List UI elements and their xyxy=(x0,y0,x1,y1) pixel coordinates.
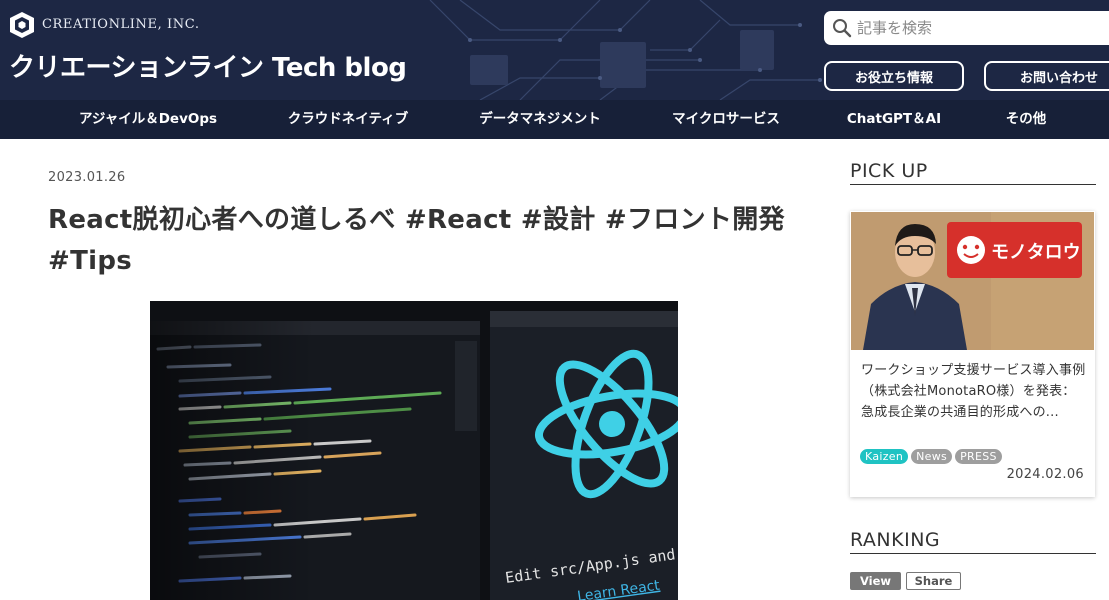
site-title[interactable]: クリエーションライン Tech blog xyxy=(9,50,407,86)
contact-button[interactable]: お問い合わせ xyxy=(984,61,1109,91)
brand[interactable]: CREATIONLINE, INC. xyxy=(9,11,200,39)
brand-name: CREATIONLINE, INC. xyxy=(42,17,200,32)
nav-item-microservices[interactable]: マイクロサービス xyxy=(672,100,780,139)
site-header: CREATIONLINE, INC. クリエーションライン Tech blog … xyxy=(0,0,1109,100)
article-hero-image: Edit src/App.js and save to rel Learn Re… xyxy=(150,301,678,600)
sign-text: モノタロウ xyxy=(991,242,1081,263)
ranking-tabs: View Share xyxy=(850,572,961,590)
pickup-card-tags: Kaizen News PRESS xyxy=(860,449,1002,464)
nav-item-chatgpt-ai[interactable]: ChatGPT＆AI xyxy=(847,100,941,139)
useful-info-button[interactable]: お役立ち情報 xyxy=(824,61,964,91)
pickup-heading: PICK UP xyxy=(850,160,1096,185)
tag-kaizen[interactable]: Kaizen xyxy=(860,449,909,464)
post-date: 2023.01.26 xyxy=(48,170,126,185)
nav-item-data-management[interactable]: データマネジメント xyxy=(479,100,601,139)
pickup-card-title[interactable]: ワークショップ支援サービス導入事例（株式会社MonotaRO様）を発表：急成長企… xyxy=(861,360,1086,423)
ranking-tab-view[interactable]: View xyxy=(850,572,901,590)
search-input[interactable] xyxy=(855,12,1109,44)
ranking-heading: RANKING xyxy=(850,529,1096,554)
tag-news[interactable]: News xyxy=(911,449,953,464)
pickup-card[interactable]: モノタロウ ワークショップ支援サービス導入事例（株式会社MonotaRO様）を発… xyxy=(850,211,1095,497)
nav-item-others[interactable]: その他 xyxy=(1006,100,1047,139)
pickup-card-date: 2024.02.06 xyxy=(1006,467,1084,482)
code-editor-photo: Edit src/App.js and save to rel Learn Re… xyxy=(150,301,678,600)
tag-press[interactable]: PRESS xyxy=(955,449,1002,464)
post-title: React脱初心者への道しるべ #React #設計 #フロント開発 #Tips xyxy=(48,205,785,276)
creationline-cube-logo-icon xyxy=(10,12,34,38)
ranking-tab-share[interactable]: Share xyxy=(906,572,961,590)
search-box[interactable] xyxy=(824,11,1109,45)
pickup-card-photo: モノタロウ xyxy=(851,212,1094,350)
search-icon xyxy=(833,19,852,38)
nav-item-agile-devops[interactable]: アジャイル＆DevOps xyxy=(79,100,217,139)
nav-item-cloud-native[interactable]: クラウドネイティブ xyxy=(288,100,408,139)
category-nav: アジャイル＆DevOps クラウドネイティブ データマネジメント マイクロサービ… xyxy=(0,100,1109,139)
